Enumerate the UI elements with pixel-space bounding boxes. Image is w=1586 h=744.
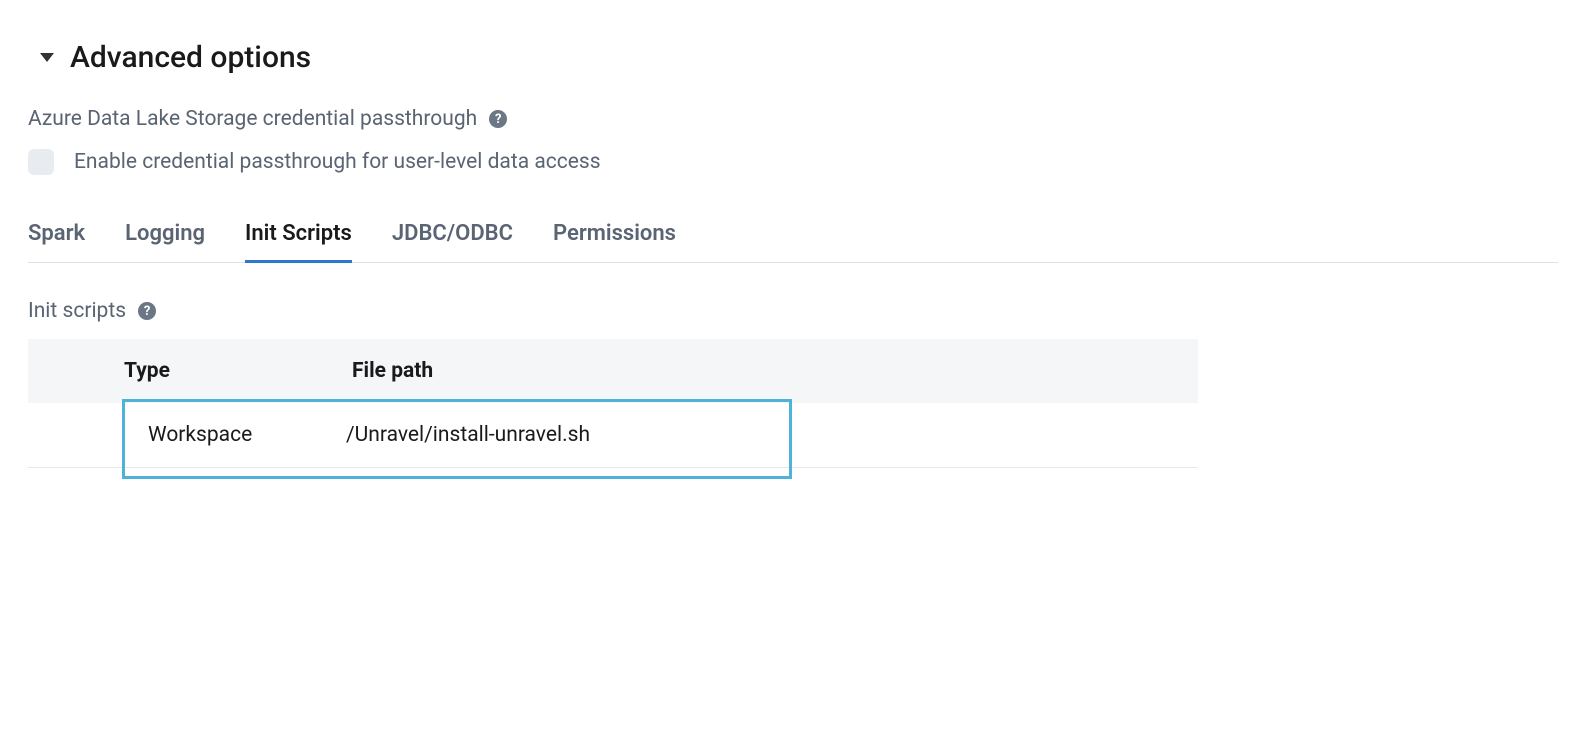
cell-file-path: /Unravel/install-unravel.sh (346, 423, 590, 447)
passthrough-checkbox[interactable] (28, 149, 54, 175)
passthrough-label: Azure Data Lake Storage credential passt… (28, 107, 477, 131)
column-header-type: Type (28, 339, 328, 403)
tabs-bar: Spark Logging Init Scripts JDBC/ODBC Per… (28, 211, 1558, 263)
table-row[interactable]: Workspace /Unravel/install-unravel.sh (28, 403, 1198, 468)
tab-jdbc-odbc[interactable]: JDBC/ODBC (392, 211, 513, 263)
chevron-down-icon[interactable] (40, 53, 54, 62)
tab-permissions[interactable]: Permissions (553, 211, 676, 263)
section-title: Advanced options (70, 40, 311, 75)
passthrough-label-row: Azure Data Lake Storage credential passt… (28, 107, 1558, 131)
column-header-file-path: File path (328, 339, 1198, 403)
help-icon[interactable]: ? (489, 110, 507, 128)
init-scripts-title-row: Init scripts ? (28, 299, 1558, 323)
passthrough-checkbox-row: Enable credential passthrough for user-l… (28, 149, 1558, 175)
init-scripts-table: Type File path Workspace /Unravel/instal… (28, 339, 1198, 468)
init-scripts-title: Init scripts (28, 299, 126, 323)
advanced-options-header[interactable]: Advanced options (40, 40, 1558, 75)
cell-type: Workspace (28, 423, 346, 447)
tab-logging[interactable]: Logging (125, 211, 205, 263)
tab-init-scripts[interactable]: Init Scripts (245, 211, 352, 263)
help-icon[interactable]: ? (138, 302, 156, 320)
passthrough-checkbox-label: Enable credential passthrough for user-l… (74, 150, 601, 174)
tab-spark[interactable]: Spark (28, 211, 85, 263)
table-header-row: Type File path (28, 339, 1198, 403)
